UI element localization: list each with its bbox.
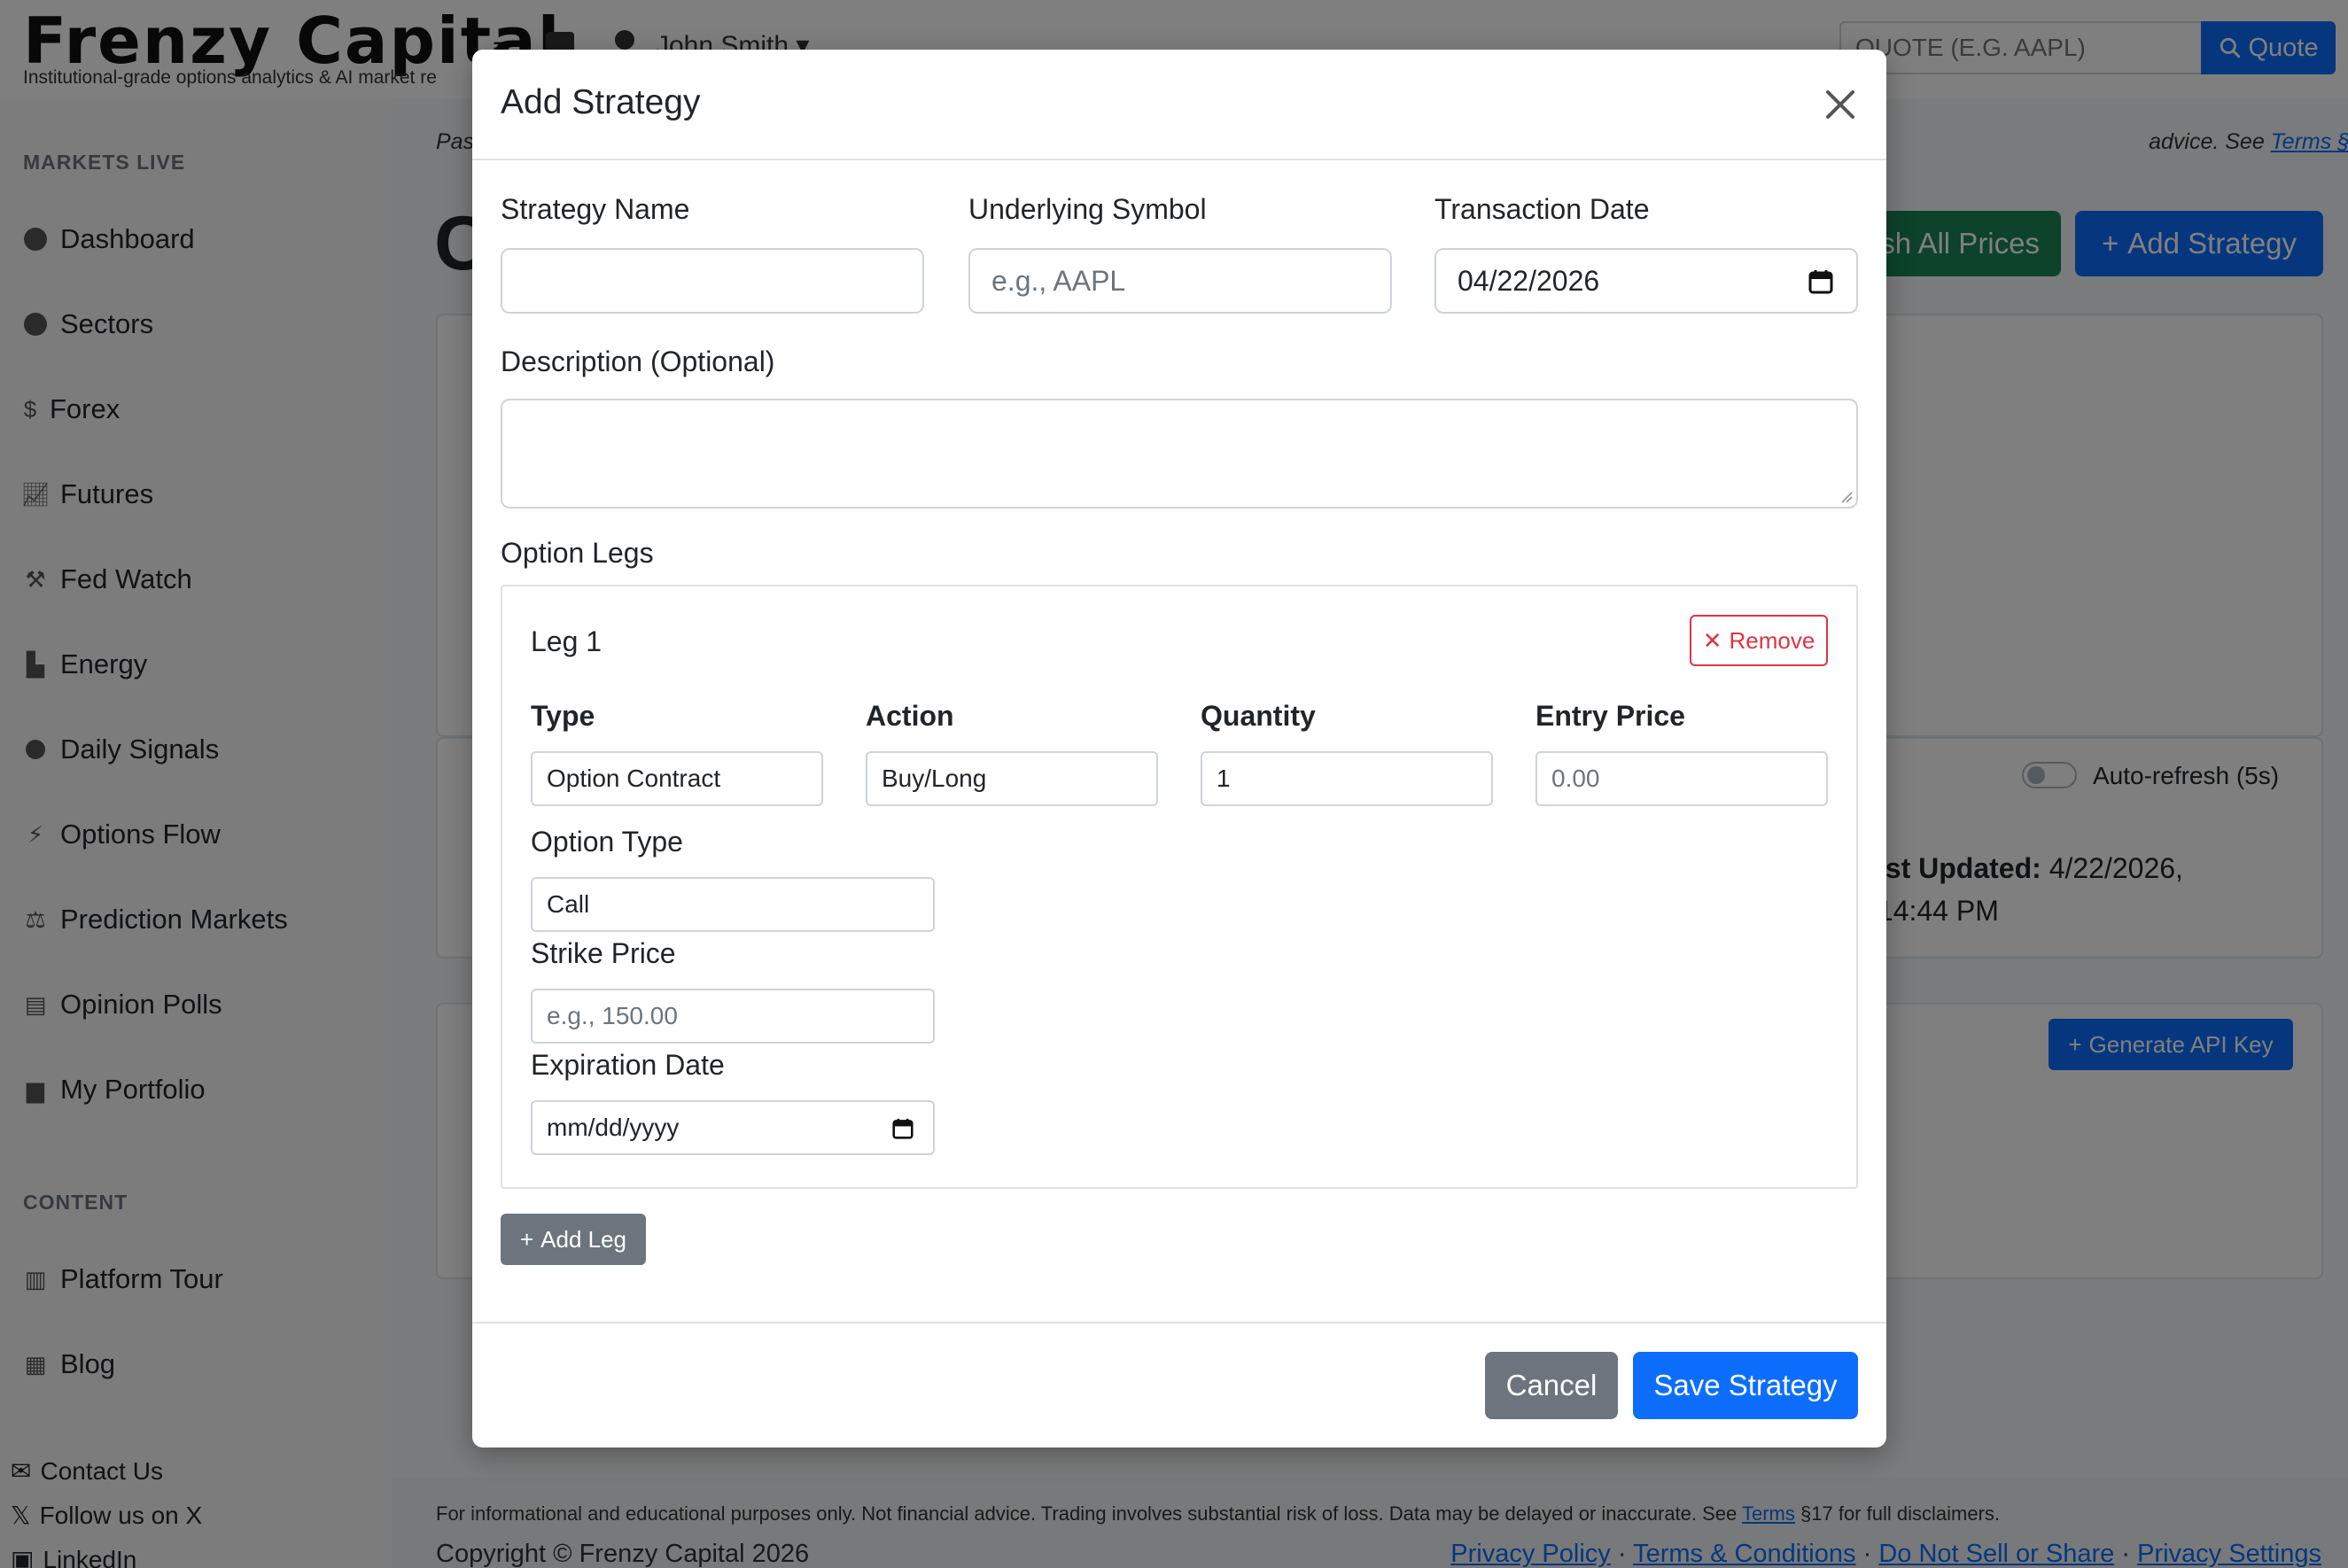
expiration-date-label: Expiration Date: [531, 1049, 725, 1081]
description-textarea[interactable]: [501, 399, 1858, 508]
entry-price-label: Entry Price: [1536, 700, 1685, 732]
leg-title: Leg 1: [531, 625, 603, 657]
save-strategy-button[interactable]: Save Strategy: [1633, 1352, 1858, 1419]
modal-title: Add Strategy: [501, 83, 701, 121]
quantity-label: Quantity: [1201, 700, 1316, 732]
action-label: Action: [866, 700, 954, 732]
transaction-date-input[interactable]: 04/22/2026: [1434, 248, 1858, 314]
underlying-symbol-input[interactable]: e.g., AAPL: [968, 248, 1392, 314]
plus-icon: +: [519, 1225, 534, 1253]
close-icon: [1826, 90, 1854, 119]
close-button[interactable]: [1819, 83, 1862, 126]
expiration-date-input[interactable]: mm/dd/yyyy: [531, 1100, 935, 1155]
calendar-icon[interactable]: [892, 1118, 914, 1139]
type-select[interactable]: Option Contract: [531, 751, 823, 806]
remove-leg-button[interactable]: ✕ Remove: [1690, 615, 1828, 666]
option-type-select[interactable]: Call: [531, 877, 935, 932]
strategy-name-input[interactable]: [501, 248, 924, 314]
resize-handle-icon[interactable]: [1839, 489, 1853, 503]
add-strategy-modal: Add Strategy Strategy Name Underlying Sy…: [472, 50, 1886, 1448]
action-select[interactable]: Buy/Long: [866, 751, 1158, 806]
entry-price-input[interactable]: 0.00: [1536, 751, 1828, 806]
option-legs-label: Option Legs: [501, 537, 654, 569]
modal-header: Add Strategy: [472, 50, 1886, 160]
option-type-label: Option Type: [531, 826, 683, 858]
cancel-button[interactable]: Cancel: [1485, 1352, 1618, 1419]
transaction-date-label: Transaction Date: [1434, 193, 1650, 225]
type-label: Type: [531, 700, 595, 732]
underlying-symbol-label: Underlying Symbol: [968, 193, 1207, 225]
strike-price-label: Strike Price: [531, 937, 676, 969]
strategy-name-label: Strategy Name: [501, 193, 690, 225]
close-icon: ✕: [1702, 626, 1722, 654]
strike-price-input[interactable]: e.g., 150.00: [531, 989, 935, 1044]
add-leg-button[interactable]: + Add Leg: [501, 1214, 646, 1265]
description-label: Description (Optional): [501, 345, 775, 377]
quantity-input[interactable]: 1: [1201, 751, 1493, 806]
calendar-icon[interactable]: [1808, 269, 1833, 294]
